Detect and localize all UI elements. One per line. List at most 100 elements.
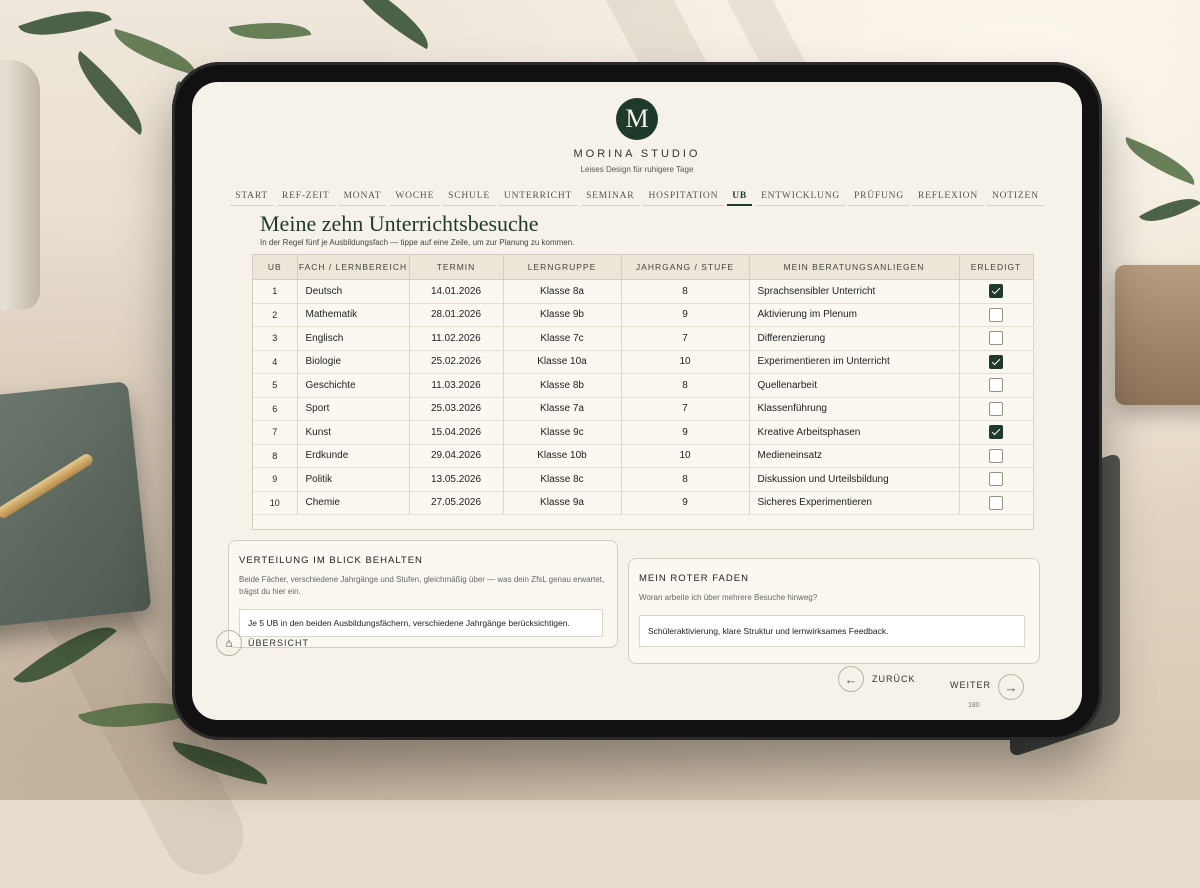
- cell-ub: 8: [253, 444, 298, 468]
- cell-termin: 27.05.2026: [409, 491, 504, 515]
- arrow-left-icon: ←: [844, 671, 858, 687]
- cell-jahrgang: 9: [621, 491, 750, 515]
- overview-link[interactable]: ÜBERSICHT: [248, 638, 309, 648]
- checkbox-unchecked-icon[interactable]: [989, 401, 1003, 416]
- cell-done: [959, 279, 1034, 304]
- checkbox-unchecked-icon[interactable]: [989, 307, 1003, 322]
- tab-unterricht[interactable]: UNTERRICHT: [498, 188, 578, 206]
- cell-done: [959, 467, 1034, 492]
- table-row[interactable]: 9 Politik 13.05.2026 Klasse 8c 8 Diskussion u…: [253, 467, 1034, 492]
- red-thread-card-description: Woran arbeite ich über mehrere Besuche h…: [639, 593, 818, 602]
- next-button[interactable]: →: [998, 674, 1024, 700]
- table-row[interactable]: 4 Biologie 25.02.2026 Klasse 10a 10 Experimen…: [253, 350, 1034, 374]
- tab-woche[interactable]: WOCHE: [390, 188, 440, 206]
- tab-notizen[interactable]: NOTIZEN: [986, 188, 1044, 206]
- cell-jahrgang: 7: [621, 326, 750, 351]
- cell-ub: 7: [253, 420, 298, 445]
- page-subtitle: In der Regel fünf je Ausbildungsfach — t…: [260, 238, 575, 247]
- cell-done: [959, 444, 1034, 468]
- brand-tagline: Leises Design für ruhigere Tage: [580, 165, 694, 174]
- back-label[interactable]: ZURÜCK: [872, 674, 916, 684]
- cell-anliegen: Sprachsensibler Unterricht: [749, 279, 960, 304]
- column-header: FACH / LERNBEREICH: [297, 255, 410, 280]
- column-header: JAHRGANG / STUFE: [621, 255, 750, 280]
- tab-prüfung[interactable]: PRÜFUNG: [849, 188, 909, 206]
- table-row[interactable]: 2 Mathematik 28.01.2026 Klasse 9b 9 Aktivieru…: [253, 303, 1034, 327]
- table-row[interactable]: 8 Erdkunde 29.04.2026 Klasse 10b 10 Medienein…: [253, 444, 1034, 468]
- checkbox-checked-icon[interactable]: [989, 425, 1003, 440]
- distribution-card-description: Beide Fächer, verschiedene Jahrgänge und…: [239, 575, 605, 596]
- cell-done: [959, 420, 1034, 445]
- cell-fach: Geschichte: [297, 373, 410, 398]
- tab-ub[interactable]: UB: [727, 188, 753, 206]
- checkbox-unchecked-icon[interactable]: [989, 378, 1003, 393]
- home-button[interactable]: ⌂: [216, 630, 242, 656]
- table-header-row: UB FACH / LERNBEREICH TERMIN LERNGRUPPE JAHR…: [253, 255, 1034, 280]
- cell-jahrgang: 10: [621, 444, 750, 468]
- tab-entwicklung[interactable]: ENTWICKLUNG: [756, 188, 846, 206]
- cell-fach: Erdkunde: [297, 444, 410, 468]
- cell-ub: 5: [253, 373, 298, 398]
- checkbox-unchecked-icon[interactable]: [989, 472, 1003, 487]
- red-thread-card: MEIN ROTER FADEN Woran arbeite ich über …: [628, 558, 1040, 664]
- table-row[interactable]: 1 Deutsch 14.01.2026 Klasse 8a 8 Sprachsensib…: [253, 279, 1034, 304]
- cell-gruppe: Klasse 7a: [503, 397, 622, 421]
- tab-reflexion[interactable]: REFLEXION: [913, 188, 983, 206]
- brand-header: M MORINA STUDIO Leises Design für ruhige…: [192, 98, 1082, 174]
- back-button[interactable]: ←: [838, 666, 864, 692]
- checkbox-unchecked-icon[interactable]: [989, 331, 1003, 346]
- cell-termin: 29.04.2026: [409, 444, 504, 468]
- next-label[interactable]: WEITER: [950, 680, 991, 690]
- cell-anliegen: Klassenführung: [749, 397, 960, 421]
- cell-anliegen: Diskussion und Urteilsbildung: [749, 467, 960, 492]
- table-row[interactable]: 10 Chemie 27.05.2026 Klasse 9a 9 Sicheres Exp…: [253, 491, 1034, 515]
- cell-ub: 9: [253, 467, 298, 492]
- table-row[interactable]: 7 Kunst 15.04.2026 Klasse 9c 9 Kreative Arbei…: [253, 420, 1034, 445]
- cell-anliegen: Kreative Arbeitsphasen: [749, 420, 960, 445]
- cell-jahrgang: 9: [621, 420, 750, 445]
- tab-seminar[interactable]: SEMINAR: [581, 188, 640, 206]
- tab-hospitation[interactable]: HOSPITATION: [643, 188, 724, 206]
- cell-anliegen: Sicheres Experimentieren: [749, 491, 960, 515]
- red-thread-input[interactable]: Schüleraktivierung, klare Struktur und l…: [639, 615, 1025, 647]
- tab-ref-zeit[interactable]: REF-ZEIT: [277, 188, 335, 206]
- table-row[interactable]: 6 Sport 25.03.2026 Klasse 7a 7 Klassenführung: [253, 397, 1034, 421]
- tab-start[interactable]: START: [230, 188, 273, 206]
- cell-gruppe: Klasse 9a: [503, 491, 622, 515]
- column-header: TERMIN: [409, 255, 504, 280]
- cell-fach: Kunst: [297, 420, 410, 445]
- page-number: 180: [968, 702, 980, 709]
- cell-termin: 28.01.2026: [409, 303, 504, 327]
- checkbox-unchecked-icon[interactable]: [989, 495, 1003, 510]
- table-row[interactable]: 5 Geschichte 11.03.2026 Klasse 8b 8 Quellenar…: [253, 373, 1034, 398]
- cell-anliegen: Medieneinsatz: [749, 444, 960, 468]
- cell-ub: 10: [253, 491, 298, 515]
- cell-done: [959, 303, 1034, 327]
- cell-gruppe: Klasse 10b: [503, 444, 622, 468]
- checkbox-checked-icon[interactable]: [989, 284, 1003, 299]
- tab-schule[interactable]: SCHULE: [443, 188, 495, 206]
- checkbox-unchecked-icon[interactable]: [989, 448, 1003, 463]
- wooden-tray: [1115, 265, 1200, 405]
- brand-logo: M: [616, 98, 658, 140]
- cell-done: [959, 350, 1034, 374]
- column-header: MEIN BERATUNGSANLIEGEN: [749, 255, 960, 280]
- cell-termin: 25.03.2026: [409, 397, 504, 421]
- distribution-input[interactable]: Je 5 UB in den beiden Ausbildungsfächern…: [239, 609, 603, 637]
- cell-done: [959, 491, 1034, 515]
- cell-fach: Deutsch: [297, 279, 410, 304]
- distribution-card: VERTEILUNG IM BLICK BEHALTEN Beide Fäche…: [228, 540, 618, 648]
- tab-monat[interactable]: MONAT: [338, 188, 387, 206]
- cell-fach: Politik: [297, 467, 410, 492]
- cell-fach: Biologie: [297, 350, 410, 374]
- table-row[interactable]: 3 Englisch 11.02.2026 Klasse 7c 7 Differenzie…: [253, 326, 1034, 351]
- cell-ub: 2: [253, 303, 298, 327]
- checkbox-checked-icon[interactable]: [989, 354, 1003, 369]
- cell-gruppe: Klasse 8c: [503, 467, 622, 492]
- cell-done: [959, 397, 1034, 421]
- cell-gruppe: Klasse 8a: [503, 279, 622, 304]
- arrow-right-icon: →: [1004, 679, 1018, 695]
- cell-anliegen: Aktivierung im Plenum: [749, 303, 960, 327]
- cell-jahrgang: 7: [621, 397, 750, 421]
- cell-ub: 3: [253, 326, 298, 351]
